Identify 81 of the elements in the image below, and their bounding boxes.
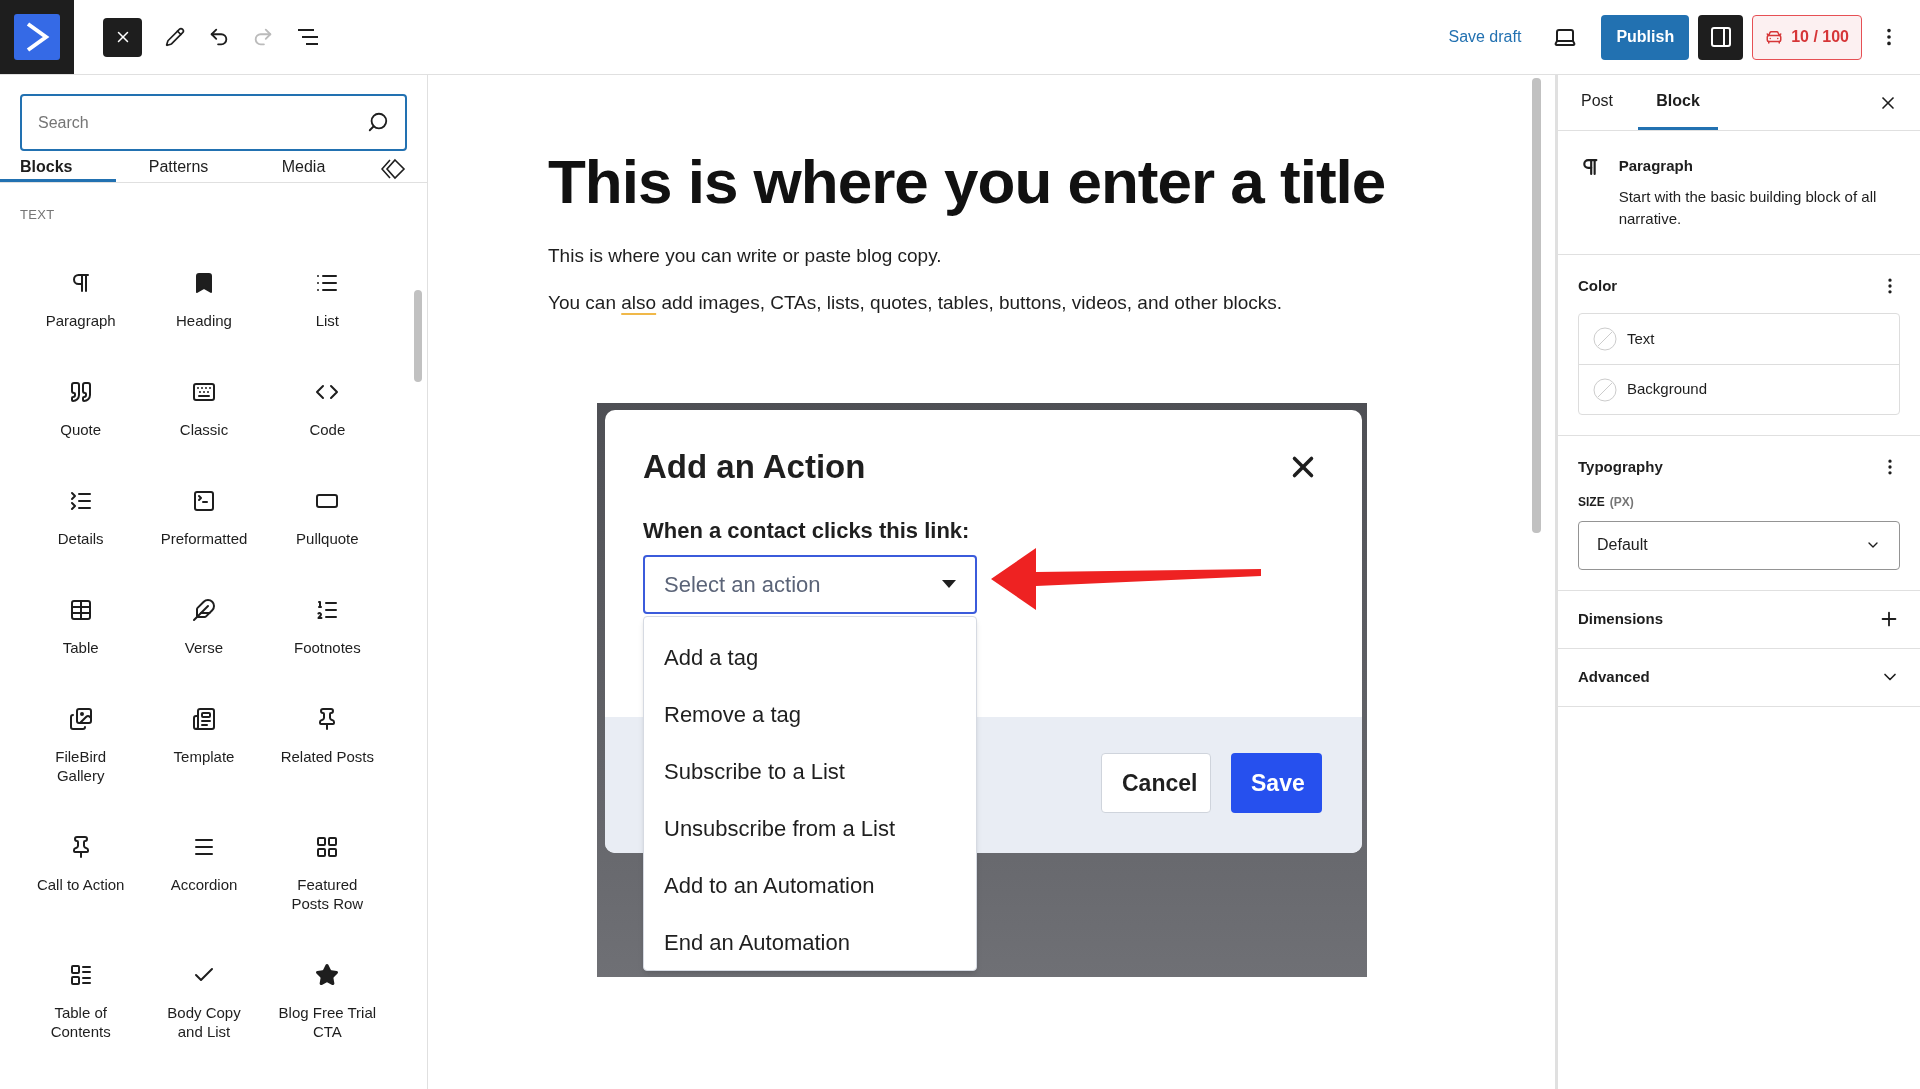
inserter-tab[interactable]: Blocks <box>0 155 116 182</box>
post-title[interactable]: This is where you enter a title <box>548 140 1386 224</box>
block-item[interactable]: Table of Contents <box>19 962 143 1089</box>
pencil-icon[interactable] <box>165 27 185 47</box>
list-view-icon[interactable] <box>296 27 320 47</box>
size-select[interactable]: Default <box>1578 520 1900 570</box>
block-item[interactable]: Call to Action <box>19 834 143 963</box>
dropdown-option[interactable]: Add to an Automation <box>644 857 976 914</box>
block-item[interactable]: Body Copy and List <box>142 962 266 1089</box>
scrollbar-thumb[interactable] <box>414 290 422 382</box>
terminal-icon <box>192 488 216 513</box>
panel-heading: Typography <box>1578 457 1663 477</box>
block-item[interactable]: Pullquote <box>265 488 389 598</box>
cancel-button[interactable]: Cancel <box>1101 753 1211 813</box>
category-heading: TEXT <box>19 206 56 224</box>
list-icon <box>68 962 93 987</box>
color-option[interactable]: Background <box>1579 364 1899 414</box>
logo-icon <box>14 14 60 60</box>
body-paragraph[interactable]: You can also add images, CTAs, lists, quotes, tables, buttons, videos, and other blocks. <box>548 288 1448 317</box>
dropdown-option[interactable]: Unsubscribe from a List <box>644 800 976 857</box>
size-label: SIZE <box>1578 493 1605 511</box>
block-item[interactable]: Heading <box>142 270 266 380</box>
panel-header[interactable]: Dimensions <box>1558 590 1920 649</box>
save-draft-button[interactable]: Save draft <box>1440 17 1530 57</box>
logo-tile[interactable] <box>0 0 74 74</box>
images-icon <box>68 706 93 731</box>
no-color-icon <box>1593 327 1617 351</box>
block-item[interactable]: Template <box>142 706 266 835</box>
diamond-icon[interactable] <box>381 157 407 180</box>
sidebar-tab[interactable]: Post <box>1566 75 1628 130</box>
sidebar-panel-icon <box>1708 25 1733 49</box>
modal-title: Add an Action <box>643 447 866 487</box>
dropdown-option[interactable]: Subscribe to a List <box>644 743 976 800</box>
inserter-tab[interactable]: Media <box>241 155 366 182</box>
save-button[interactable]: Save <box>1231 753 1322 813</box>
search-icon <box>367 111 389 133</box>
block-item[interactable]: Related Posts <box>265 706 389 835</box>
block-description: Start with the basic building block of all narrative. <box>1618 186 1878 229</box>
block-item[interactable]: Blog Free Trial CTA <box>265 962 389 1089</box>
caret-icon <box>942 580 956 588</box>
block-item[interactable]: Featured Posts Row <box>265 834 389 963</box>
color-option[interactable]: Text <box>1579 314 1899 364</box>
quote-icon <box>68 379 93 404</box>
block-item[interactable]: List <box>265 270 389 380</box>
car-icon <box>1765 28 1784 46</box>
block-item[interactable]: Code <box>265 379 389 489</box>
block-item[interactable]: Classic <box>142 379 266 489</box>
block-name: Paragraph <box>1618 156 1694 176</box>
panel-header[interactable]: Advanced <box>1558 648 1920 707</box>
close-button[interactable] <box>103 17 142 57</box>
dropdown-option[interactable]: Add a tag <box>644 629 976 686</box>
scrollbar-thumb[interactable] <box>1532 78 1541 533</box>
inserter-tab[interactable]: Patterns <box>116 155 241 182</box>
block-item[interactable]: Verse <box>142 597 266 707</box>
no-color-icon <box>1593 377 1617 402</box>
undo-icon[interactable] <box>208 26 230 48</box>
publish-button[interactable]: Publish <box>1601 14 1690 60</box>
score-button[interactable]: 10 / 100 <box>1752 14 1862 60</box>
block-item[interactable]: Quote <box>19 379 143 489</box>
block-item[interactable]: Accordion <box>142 834 266 963</box>
newspaper-icon <box>192 706 216 731</box>
body-paragraph[interactable]: This is where you can write or paste blog copy. <box>548 242 1448 271</box>
sidebar-toggle-button[interactable] <box>1698 14 1744 60</box>
dropdown-option[interactable]: End an Automation <box>644 914 976 971</box>
block-item[interactable]: Footnotes <box>265 597 389 707</box>
block-item[interactable]: Preformatted <box>142 488 266 598</box>
grid-icon <box>315 834 340 859</box>
field-label: When a contact clicks this link: <box>642 516 971 545</box>
block-item[interactable]: Details <box>19 488 143 598</box>
sidebar-tab[interactable]: Block <box>1638 75 1718 130</box>
size-unit: (PX) <box>1609 493 1634 511</box>
star-icon <box>315 962 340 987</box>
feather-icon <box>192 597 216 622</box>
search-field[interactable]: Search <box>20 94 407 151</box>
panel-heading: Color <box>1578 275 1618 296</box>
action-select[interactable]: Select an action <box>643 554 977 614</box>
table-icon <box>68 597 93 622</box>
block-item[interactable]: Table <box>19 597 143 707</box>
block-item[interactable]: Paragraph <box>19 270 143 380</box>
dropdown-option[interactable]: Remove a tag <box>644 686 976 743</box>
block-item[interactable]: FileBird Gallery <box>19 706 143 835</box>
